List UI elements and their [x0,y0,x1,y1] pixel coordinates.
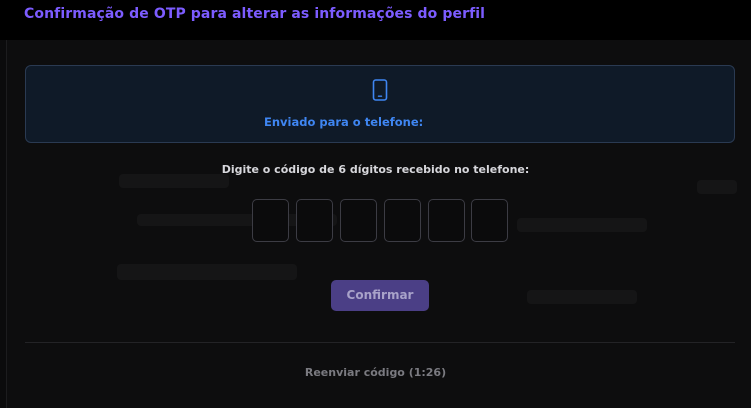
background-shape [117,264,297,280]
background-shape [697,180,737,194]
otp-digit-input-4[interactable] [384,199,421,242]
page-title: Confirmação de OTP para alterar as infor… [24,6,486,22]
background-shape [527,290,637,304]
background-shape [517,218,647,232]
sent-to-phone-label: Enviado para o telefone: [264,115,424,129]
header-bar: Confirmação de OTP para alterar as infor… [0,0,751,40]
smartphone-icon [372,79,388,101]
otp-instruction: Digite o código de 6 dígitos recebido no… [221,163,530,176]
divider [25,342,735,343]
otp-digit-input-5[interactable] [428,199,465,242]
background-shape [119,174,229,188]
confirm-button[interactable]: Confirmar [331,280,429,311]
otp-digit-input-1[interactable] [252,199,289,242]
resend-code-link[interactable]: Reenviar código (1:26) [0,366,751,379]
sent-to-info-box [25,65,735,143]
otp-digit-input-6[interactable] [471,199,508,242]
otp-digit-input-3[interactable] [340,199,377,242]
otp-digit-input-2[interactable] [296,199,333,242]
